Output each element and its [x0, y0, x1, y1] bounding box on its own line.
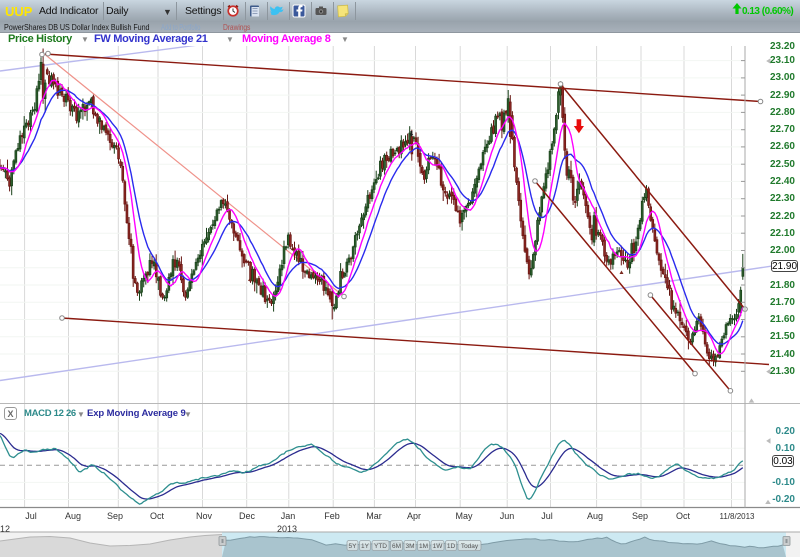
svg-text:5Y: 5Y [349, 543, 358, 550]
svg-text:1M: 1M [419, 543, 428, 550]
svg-text:1D: 1D [447, 543, 456, 550]
svg-text:Today: Today [461, 543, 479, 550]
svg-text:6M: 6M [392, 543, 401, 550]
svg-text:3M: 3M [405, 543, 414, 550]
svg-text:YTD: YTD [374, 543, 387, 550]
svg-text:1Y: 1Y [361, 543, 370, 550]
svg-text:1W: 1W [433, 543, 444, 550]
